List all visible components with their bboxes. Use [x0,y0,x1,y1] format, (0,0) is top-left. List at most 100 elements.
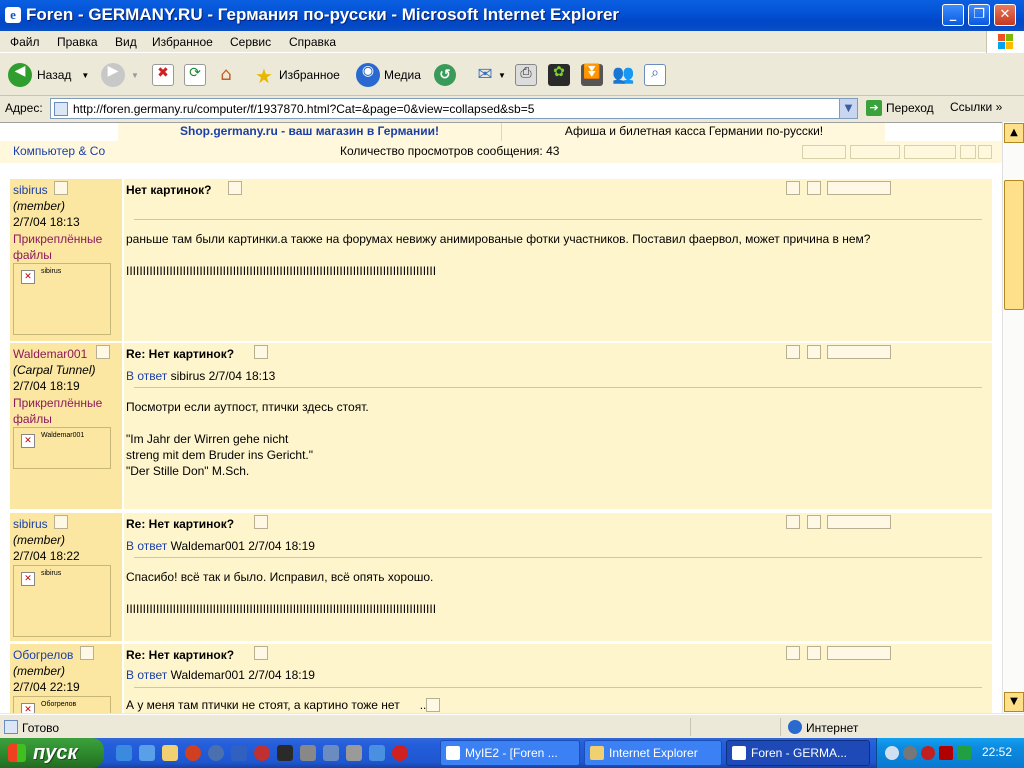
tray-network-icon[interactable] [957,746,971,760]
quicklaunch-app-icon[interactable] [323,745,339,761]
windows-flag-icon [8,744,26,762]
quicklaunch-player-icon[interactable] [254,745,270,761]
quicklaunch-app-icon[interactable] [346,745,362,761]
post-author-link[interactable]: sibirus [13,517,48,531]
nav-down-button[interactable] [978,145,992,159]
post-author-link[interactable]: Waldemar001 [13,347,87,361]
nav-up-button[interactable] [960,145,976,159]
author-menu-button[interactable] [54,181,68,195]
post-reply-button[interactable] [827,646,891,660]
address-input[interactable]: http://foren.germany.ru/computer/f/19378… [50,98,858,119]
attachments-link[interactable]: Прикреплённые файлы [13,231,122,263]
reply-to-link[interactable]: В ответ [126,539,167,553]
menu-favorites[interactable]: Избранное [152,35,213,49]
tray-kaspersky-icon[interactable] [939,746,953,760]
author-menu-button[interactable] [80,646,94,660]
post-action-button[interactable] [807,515,821,529]
start-button[interactable]: пуск [0,738,104,768]
quicklaunch-myie-icon[interactable] [208,745,224,761]
mail-dropdown-icon[interactable]: ▼ [498,71,506,80]
tray-app-icon[interactable] [921,746,935,760]
post-author-link[interactable]: sibirus [13,183,48,197]
research-button[interactable]: ⌕ [644,62,666,88]
back-button[interactable]: ◀ Назад ▼ [8,62,89,88]
nav-next-button[interactable] [904,145,956,159]
menu-file[interactable]: Файл [10,35,40,49]
reply-to-line: В ответ Waldemar001 2/7/04 18:19 [126,539,315,553]
history-button[interactable]: ↺ [434,62,456,88]
post-divider [134,219,982,220]
post-action-button[interactable] [807,646,821,660]
tickets-banner-link[interactable]: Афиша и билетная касса Германии по-русск… [503,123,885,141]
forward-dropdown-icon[interactable]: ▼ [131,71,139,80]
links-button[interactable]: Ссылки » [950,100,1002,114]
shop-banner-link[interactable]: Shop.germany.ru - ваш магазин в Германии… [118,123,502,141]
tray-app-icon[interactable] [903,746,917,760]
stop-button[interactable]: ✖ [152,62,174,88]
broken-image-icon: ✕ [21,434,35,448]
quicklaunch-app-icon[interactable] [392,745,408,761]
post-author-rank: (member) [13,533,66,547]
post-reply-button[interactable] [827,345,891,359]
download-button[interactable]: ⏬ [581,62,603,88]
post-action-button[interactable] [807,181,821,195]
task-foren-germany[interactable]: Foren - GERMA... [726,740,870,766]
address-url[interactable]: http://foren.germany.ru/computer/f/19378… [73,102,534,116]
forum-name-link[interactable]: Компьютер & Co [13,144,105,158]
task-myie2[interactable]: MyIE2 - [Foren ... [440,740,580,766]
tray-back-icon[interactable] [885,746,899,760]
nav-prev-button[interactable] [802,145,846,159]
post-action-button[interactable] [786,515,800,529]
post-date: 2/7/04 18:22 [13,549,80,563]
minimize-button[interactable]: _ [942,4,964,26]
mail-button[interactable]: ✉ ▼ [474,62,506,88]
status-separator [690,718,691,736]
author-menu-button[interactable] [54,515,68,529]
quicklaunch-ie-icon[interactable] [116,745,132,761]
menu-help[interactable]: Справка [289,35,336,49]
task-internet-explorer[interactable]: Internet Explorer [584,740,722,766]
refresh-button[interactable]: ⟳ [184,62,206,88]
back-dropdown-icon[interactable]: ▼ [81,71,89,80]
post-action-button[interactable] [786,345,800,359]
attachments-link[interactable]: Прикреплённые файлы [13,395,122,427]
menu-tools[interactable]: Сервис [230,35,271,49]
go-button[interactable]: ➔ Переход [866,100,934,116]
maximize-button[interactable]: ❐ [968,4,990,26]
window-titlebar[interactable]: e Foren - GERMANY.RU - Германия по-русск… [0,0,1024,31]
favorites-button[interactable]: ★ Избранное [253,62,340,88]
post-reply-button[interactable] [827,181,891,195]
home-button[interactable]: ⌂ [215,62,237,88]
post-action-button[interactable] [786,646,800,660]
media-button[interactable]: ◉ Медиа [356,62,421,88]
quicklaunch-app-icon[interactable] [369,745,385,761]
scroll-down-arrow-icon[interactable]: ▼ [1004,692,1024,712]
print-button[interactable]: ⎙ [515,62,537,88]
quicklaunch-tool-icon[interactable] [300,745,316,761]
post-author-link[interactable]: Обогрелов [13,648,73,662]
close-button[interactable]: ✕ [994,4,1016,26]
scroll-thumb[interactable] [1004,180,1024,310]
icq-button[interactable]: ✿ [548,62,570,88]
author-menu-button[interactable] [96,345,110,359]
menu-edit[interactable]: Правка [57,35,98,49]
magnifier-icon: ⌕ [644,64,666,86]
post-action-button[interactable] [786,181,800,195]
quicklaunch-app-icon[interactable] [231,745,247,761]
post-action-button[interactable] [807,345,821,359]
reply-to-link[interactable]: В ответ [126,369,167,383]
nav-index-button[interactable] [850,145,900,159]
quicklaunch-folder-icon[interactable] [162,745,178,761]
messenger-button[interactable]: 👥 [612,62,634,88]
vertical-scrollbar[interactable]: ▲ ▼ [1002,122,1024,713]
post-reply-button[interactable] [827,515,891,529]
menu-view[interactable]: Вид [115,35,137,49]
reply-to-link[interactable]: В ответ [126,668,167,682]
broken-image-icon: ✕ [21,703,35,713]
forward-button[interactable]: ▶ ▼ [101,62,139,88]
address-dropdown-icon[interactable]: ▼ [839,99,857,118]
quicklaunch-desktop-icon[interactable] [139,745,155,761]
quicklaunch-icq-icon[interactable] [277,745,293,761]
quicklaunch-opera-icon[interactable] [185,745,201,761]
scroll-up-arrow-icon[interactable]: ▲ [1004,123,1024,143]
